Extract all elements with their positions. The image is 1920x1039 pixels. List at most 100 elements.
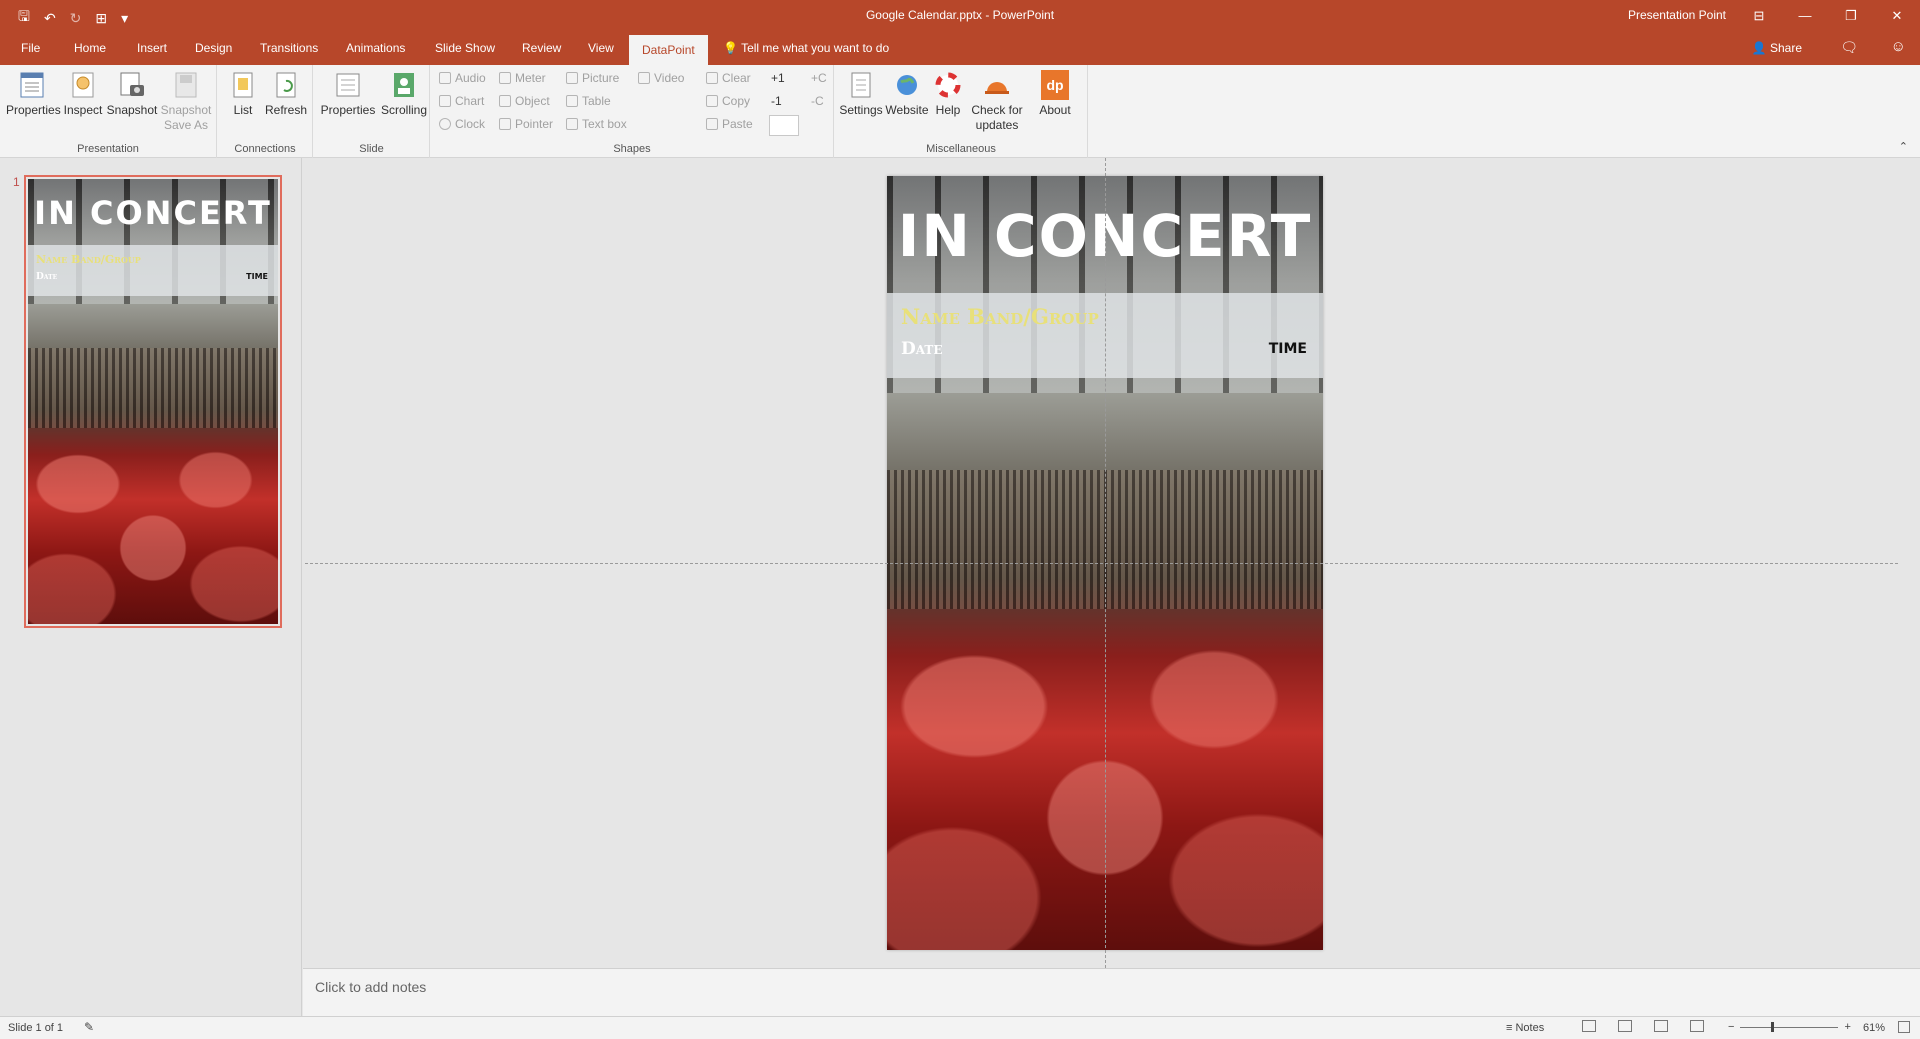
picture-button[interactable]: Picture bbox=[566, 71, 619, 85]
tab-animations[interactable]: Animations bbox=[346, 41, 405, 55]
restore-icon[interactable]: ❐ bbox=[1828, 0, 1874, 31]
object-button[interactable]: Object bbox=[499, 94, 550, 108]
minimize-icon[interactable]: — bbox=[1782, 0, 1828, 31]
smiley-icon[interactable]: ☺ bbox=[1891, 38, 1906, 55]
slide-properties-button[interactable]: Properties bbox=[318, 70, 378, 118]
tab-design[interactable]: Design bbox=[195, 41, 232, 55]
object-icon bbox=[499, 95, 511, 107]
pointer-button[interactable]: Pointer bbox=[499, 117, 553, 131]
collapse-ribbon-icon[interactable]: ⌃ bbox=[1899, 140, 1908, 153]
tab-home[interactable]: Home bbox=[74, 41, 106, 55]
zoom-in-icon[interactable]: + bbox=[1844, 1021, 1850, 1033]
chart-button[interactable]: Chart bbox=[439, 94, 484, 108]
slide-thumbnails-panel: 1 IN CONCERT Name Band/Group Date TIME bbox=[0, 158, 302, 1016]
minus-c-button[interactable]: -C bbox=[811, 94, 824, 108]
clear-button[interactable]: Clear bbox=[706, 71, 751, 85]
zoom-slider[interactable]: − + bbox=[1728, 1021, 1851, 1033]
label: +1 bbox=[771, 71, 785, 85]
plus-c-button[interactable]: +C bbox=[811, 71, 827, 85]
seats-image-region bbox=[28, 423, 278, 624]
presentation-properties-button[interactable]: Properties bbox=[6, 70, 61, 118]
slide-thumbnail-1[interactable]: IN CONCERT Name Band/Group Date TIME bbox=[24, 175, 282, 628]
comments-icon[interactable]: 🗨 bbox=[1840, 39, 1858, 56]
notes-placeholder: Click to add notes bbox=[315, 979, 427, 995]
status-bar: Slide 1 of 1 ✎ ≡ Notes − + 61% bbox=[0, 1016, 1920, 1039]
tab-file[interactable]: File bbox=[21, 41, 40, 55]
copy-button[interactable]: Copy bbox=[706, 94, 750, 108]
tell-me-search[interactable]: 💡 Tell me what you want to do bbox=[723, 41, 889, 55]
refresh-button[interactable]: Refresh bbox=[262, 70, 310, 118]
slide-title: IN CONCERT bbox=[34, 194, 272, 232]
slide-sorter-icon[interactable] bbox=[1618, 1020, 1632, 1032]
tab-view[interactable]: View bbox=[588, 41, 614, 55]
list-button[interactable]: List bbox=[226, 70, 260, 118]
slideshow-view-icon[interactable] bbox=[1690, 1020, 1704, 1032]
zoom-out-icon[interactable]: − bbox=[1728, 1021, 1734, 1033]
check-updates-button[interactable]: Check for updates bbox=[967, 70, 1027, 133]
settings-button[interactable]: Settings bbox=[839, 70, 883, 118]
plus-one-button[interactable]: +1 bbox=[771, 71, 785, 85]
group-slide: Properties Scrolling Slide bbox=[314, 65, 430, 158]
tab-slide-show[interactable]: Slide Show bbox=[435, 41, 495, 55]
audio-icon bbox=[439, 72, 451, 84]
picture-icon bbox=[566, 72, 578, 84]
meter-button[interactable]: Meter bbox=[499, 71, 546, 85]
video-button[interactable]: Video bbox=[638, 71, 684, 85]
inspect-button[interactable]: Inspect bbox=[62, 70, 104, 118]
properties-icon bbox=[20, 72, 44, 98]
reading-view-icon[interactable] bbox=[1654, 1020, 1668, 1032]
label: -1 bbox=[771, 94, 782, 108]
ribbon-display-options-icon[interactable]: ⊟ bbox=[1736, 0, 1782, 31]
minus-one-button[interactable]: -1 bbox=[771, 94, 782, 108]
tab-insert[interactable]: Insert bbox=[137, 41, 167, 55]
value-input[interactable] bbox=[769, 115, 799, 136]
paste-button[interactable]: Paste bbox=[706, 117, 753, 131]
label: Audio bbox=[455, 71, 486, 85]
scrolling-button[interactable]: Scrolling bbox=[380, 70, 428, 118]
website-button[interactable]: Website bbox=[885, 70, 929, 118]
lifebuoy-icon bbox=[935, 72, 961, 98]
group-miscellaneous: Settings Website Help Check for updates … bbox=[835, 65, 1088, 158]
close-icon[interactable]: ✕ bbox=[1874, 0, 1920, 31]
zoom-percent[interactable]: 61% bbox=[1863, 1022, 1885, 1034]
clear-icon bbox=[706, 72, 718, 84]
band-name[interactable]: Name Band/Group bbox=[901, 304, 1099, 329]
vertical-guide[interactable] bbox=[1105, 158, 1106, 968]
video-icon bbox=[638, 72, 650, 84]
label: -C bbox=[811, 94, 824, 108]
copy-icon bbox=[706, 95, 718, 107]
label: Properties bbox=[6, 103, 61, 117]
event-time[interactable]: TIME bbox=[1269, 341, 1307, 357]
text-box-button[interactable]: Text box bbox=[566, 117, 627, 131]
zoom-thumb[interactable] bbox=[1771, 1021, 1774, 1032]
label: Scrolling bbox=[380, 103, 428, 117]
snapshot-save-as-icon bbox=[175, 72, 197, 98]
fit-to-window-icon[interactable] bbox=[1898, 1021, 1910, 1033]
notes-toggle[interactable]: ≡ Notes bbox=[1506, 1022, 1544, 1034]
event-time: TIME bbox=[246, 272, 268, 281]
spell-check-icon[interactable]: ✎ bbox=[84, 1020, 94, 1034]
share-button[interactable]: 👤 Share bbox=[1752, 41, 1802, 55]
clock-button[interactable]: Clock bbox=[439, 117, 485, 131]
text-box-icon bbox=[566, 118, 578, 130]
label: Chart bbox=[455, 94, 485, 108]
help-button[interactable]: Help bbox=[931, 70, 965, 118]
hard-hat-icon bbox=[985, 82, 1009, 94]
slide-properties-icon bbox=[336, 73, 360, 97]
tab-review[interactable]: Review bbox=[522, 41, 561, 55]
tab-transitions[interactable]: Transitions bbox=[260, 41, 318, 55]
table-icon bbox=[566, 95, 578, 107]
tab-datapoint[interactable]: DataPoint bbox=[629, 35, 708, 65]
normal-view-icon[interactable] bbox=[1582, 1020, 1596, 1032]
snapshot-save-as-button[interactable]: Snapshot Save As bbox=[158, 70, 214, 133]
horizontal-guide[interactable] bbox=[305, 563, 1898, 564]
zoom-track[interactable] bbox=[1740, 1021, 1839, 1032]
notes-pane[interactable]: Click to add notes bbox=[303, 968, 1920, 1016]
snapshot-button[interactable]: Snapshot bbox=[106, 70, 158, 118]
event-date[interactable]: Date bbox=[901, 339, 942, 359]
about-button[interactable]: dp About bbox=[1029, 70, 1081, 118]
user-name[interactable]: Presentation Point bbox=[1628, 8, 1726, 22]
table-button[interactable]: Table bbox=[566, 94, 611, 108]
audio-button[interactable]: Audio bbox=[439, 71, 486, 85]
band-name: Name Band/Group bbox=[36, 253, 141, 266]
